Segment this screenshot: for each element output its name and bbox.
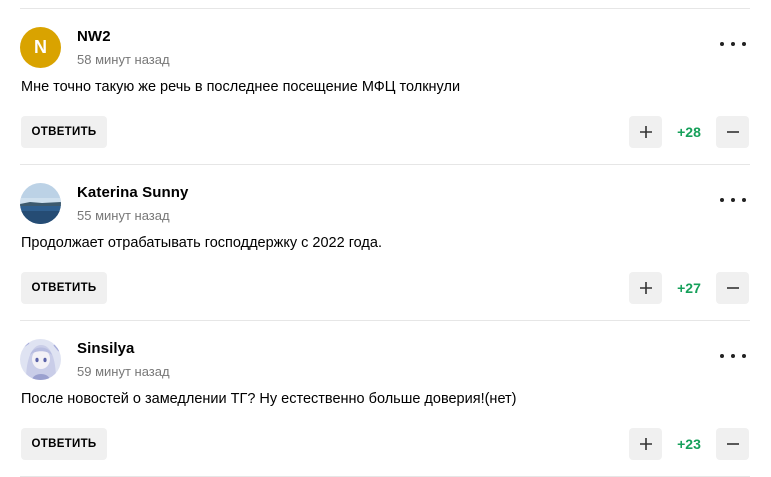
comment-time: 58 минут назад	[77, 52, 170, 67]
comment-item: Sinsilya 59 минут назад После новостей о…	[0, 320, 771, 476]
plus-icon	[639, 438, 652, 450]
upvote-button[interactable]	[629, 428, 662, 460]
minus-icon	[726, 131, 739, 133]
avatar[interactable]	[20, 183, 61, 224]
reply-button[interactable]: ОТВЕТИТЬ	[21, 116, 107, 148]
more-options-icon[interactable]	[720, 191, 746, 209]
more-options-icon[interactable]	[720, 347, 746, 365]
plus-icon	[639, 282, 652, 294]
comment-item: Katerina Sunny 55 минут назад Продолжает…	[0, 164, 771, 320]
plus-icon	[639, 126, 652, 138]
reply-button[interactable]: ОТВЕТИТЬ	[21, 272, 107, 304]
rating-count: +28	[677, 124, 701, 140]
comment-item: N NW2 58 минут назад Мне точно такую же …	[0, 8, 771, 164]
comment-time: 55 минут назад	[77, 208, 170, 223]
minus-icon	[726, 287, 739, 289]
landscape-photo-icon	[20, 183, 61, 224]
avatar[interactable]	[20, 339, 61, 380]
avatar[interactable]: N	[20, 27, 61, 68]
upvote-button[interactable]	[629, 272, 662, 304]
rating-count: +23	[677, 436, 701, 452]
comment-author[interactable]: Sinsilya	[77, 340, 135, 357]
minus-icon	[726, 443, 739, 445]
comment-text: Продолжает отрабатывать господдержку с 2…	[21, 235, 382, 251]
downvote-button[interactable]	[716, 428, 749, 460]
anime-portrait-icon	[20, 339, 61, 380]
comment-author[interactable]: Katerina Sunny	[77, 184, 188, 201]
downvote-button[interactable]	[716, 116, 749, 148]
comment-time: 59 минут назад	[77, 364, 170, 379]
comment-text: После новостей о замедлении ТГ? Ну естес…	[21, 391, 517, 407]
reply-button[interactable]: ОТВЕТИТЬ	[21, 428, 107, 460]
more-options-icon[interactable]	[720, 35, 746, 53]
downvote-button[interactable]	[716, 272, 749, 304]
comment-author[interactable]: NW2	[77, 28, 111, 45]
upvote-button[interactable]	[629, 116, 662, 148]
comment-text: Мне точно такую же речь в последнее посе…	[21, 79, 461, 95]
rating-count: +27	[677, 280, 701, 296]
